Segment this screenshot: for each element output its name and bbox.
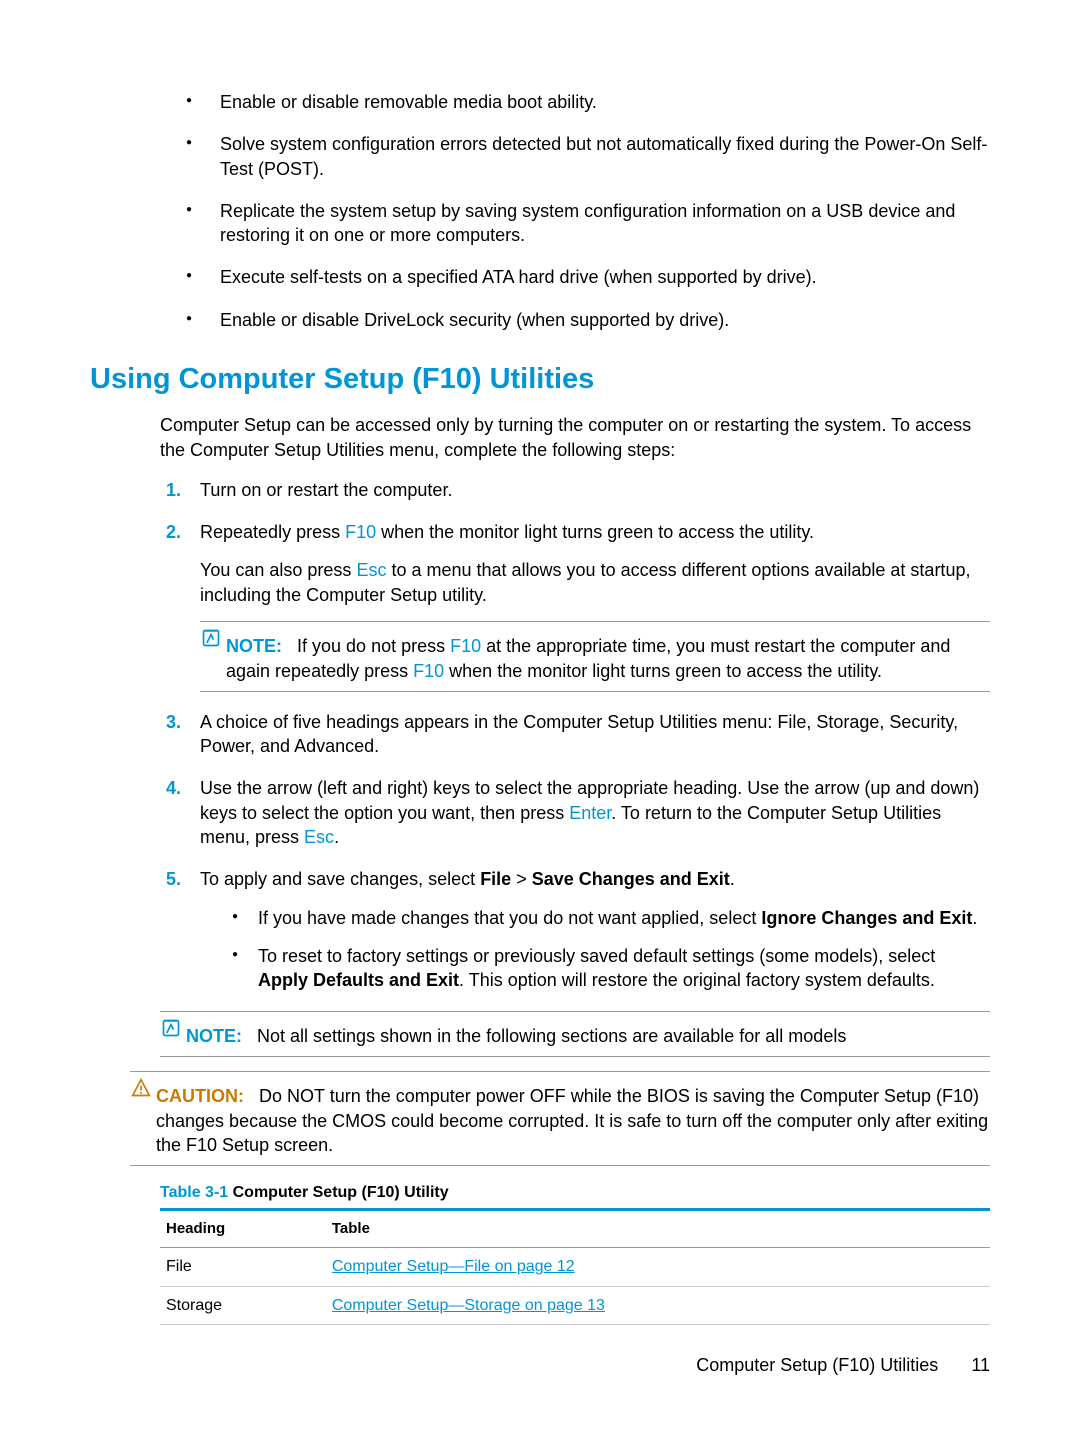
step-text: A choice of five headings appears in the…	[200, 712, 958, 756]
key-f10: F10	[413, 661, 444, 681]
menu-option: File	[480, 869, 511, 889]
cell-heading: Storage	[160, 1286, 326, 1325]
step-text: You can also press	[200, 560, 356, 580]
intro-paragraph: Computer Setup can be accessed only by t…	[160, 413, 990, 462]
step-text: when the monitor light turns green to ac…	[376, 522, 814, 542]
list-item: Execute self-tests on a specified ATA ha…	[186, 265, 990, 289]
key-esc: Esc	[356, 560, 386, 580]
key-f10: F10	[450, 636, 481, 656]
list-item: If you have made changes that you do not…	[232, 906, 990, 930]
list-item: Enable or disable DriveLock security (wh…	[186, 308, 990, 332]
step-number: 1.	[166, 478, 181, 502]
column-header-heading: Heading	[160, 1209, 326, 1247]
step-4: 4. Use the arrow (left and right) keys t…	[200, 776, 990, 849]
note-text: when the monitor light turns green to ac…	[444, 661, 882, 681]
table-title: Computer Setup (F10) Utility	[228, 1184, 448, 1201]
note-callout: NOTE: If you do not press F10 at the app…	[200, 621, 990, 692]
note-label: NOTE:	[186, 1026, 242, 1046]
step-5: 5. To apply and save changes, select Fil…	[200, 867, 990, 992]
menu-option: Apply Defaults and Exit	[258, 970, 459, 990]
table-row: File Computer Setup—File on page 12	[160, 1248, 990, 1287]
table-row: Storage Computer Setup—Storage on page 1…	[160, 1286, 990, 1325]
bullet-text: If you have made changes that you do not…	[258, 908, 761, 928]
step-text: Repeatedly press	[200, 522, 345, 542]
note-text: Not all settings shown in the following …	[257, 1026, 846, 1046]
step-number: 2.	[166, 520, 181, 544]
table-caption: Table 3-1 Computer Setup (F10) Utility	[160, 1182, 990, 1204]
note-label: NOTE:	[226, 636, 282, 656]
menu-option: Ignore Changes and Exit	[761, 908, 972, 928]
link-computer-setup-file[interactable]: Computer Setup—File on page 12	[332, 1258, 575, 1275]
caution-label: CAUTION:	[156, 1086, 244, 1106]
setup-table: Heading Table File Computer Setup—File o…	[160, 1208, 990, 1325]
table-number: Table 3-1	[160, 1184, 228, 1201]
note-icon	[160, 1018, 182, 1044]
list-item: To reset to factory settings or previous…	[232, 944, 990, 993]
step-number: 3.	[166, 710, 181, 734]
section-heading: Using Computer Setup (F10) Utilities	[90, 360, 990, 399]
step-text: Turn on or restart the computer.	[200, 480, 452, 500]
step-number: 4.	[166, 776, 181, 800]
feature-bullet-list: Enable or disable removable media boot a…	[90, 90, 990, 332]
footer-text: Computer Setup (F10) Utilities	[696, 1355, 938, 1375]
note-text: If you do not press	[297, 636, 450, 656]
key-esc: Esc	[304, 827, 334, 847]
note-callout: NOTE: Not all settings shown in the foll…	[160, 1011, 990, 1058]
step-text: .	[334, 827, 339, 847]
caution-callout: CAUTION: Do NOT turn the computer power …	[130, 1071, 990, 1166]
caution-icon	[130, 1078, 152, 1104]
bullet-text: . This option will restore the original …	[459, 970, 935, 990]
caution-text: Do NOT turn the computer power OFF while…	[156, 1086, 988, 1155]
key-enter: Enter	[569, 803, 611, 823]
cell-heading: File	[160, 1248, 326, 1287]
list-item: Enable or disable removable media boot a…	[186, 90, 990, 114]
step-number: 5.	[166, 867, 181, 891]
key-f10: F10	[345, 522, 376, 542]
list-item: Solve system configuration errors detect…	[186, 132, 990, 181]
step-text: To apply and save changes, select	[200, 869, 480, 889]
column-header-table: Table	[326, 1209, 990, 1247]
note-icon	[200, 628, 222, 654]
sub-bullet-list: If you have made changes that you do not…	[200, 906, 990, 993]
menu-option: Save Changes and Exit	[532, 869, 730, 889]
step-text: .	[730, 869, 735, 889]
step-text: >	[511, 869, 532, 889]
bullet-text: To reset to factory settings or previous…	[258, 946, 935, 966]
step-3: 3. A choice of five headings appears in …	[200, 710, 990, 759]
list-item: Replicate the system setup by saving sys…	[186, 199, 990, 248]
step-1: 1. Turn on or restart the computer.	[200, 478, 990, 502]
page-footer: Computer Setup (F10) Utilities 11	[696, 1353, 990, 1377]
step-2: 2. Repeatedly press F10 when the monitor…	[200, 520, 990, 692]
bullet-text: .	[972, 908, 977, 928]
steps-list: 1. Turn on or restart the computer. 2. R…	[160, 478, 990, 993]
document-page: Enable or disable removable media boot a…	[0, 0, 1080, 1437]
page-number: 11	[971, 1355, 990, 1375]
link-computer-setup-storage[interactable]: Computer Setup—Storage on page 13	[332, 1297, 605, 1314]
